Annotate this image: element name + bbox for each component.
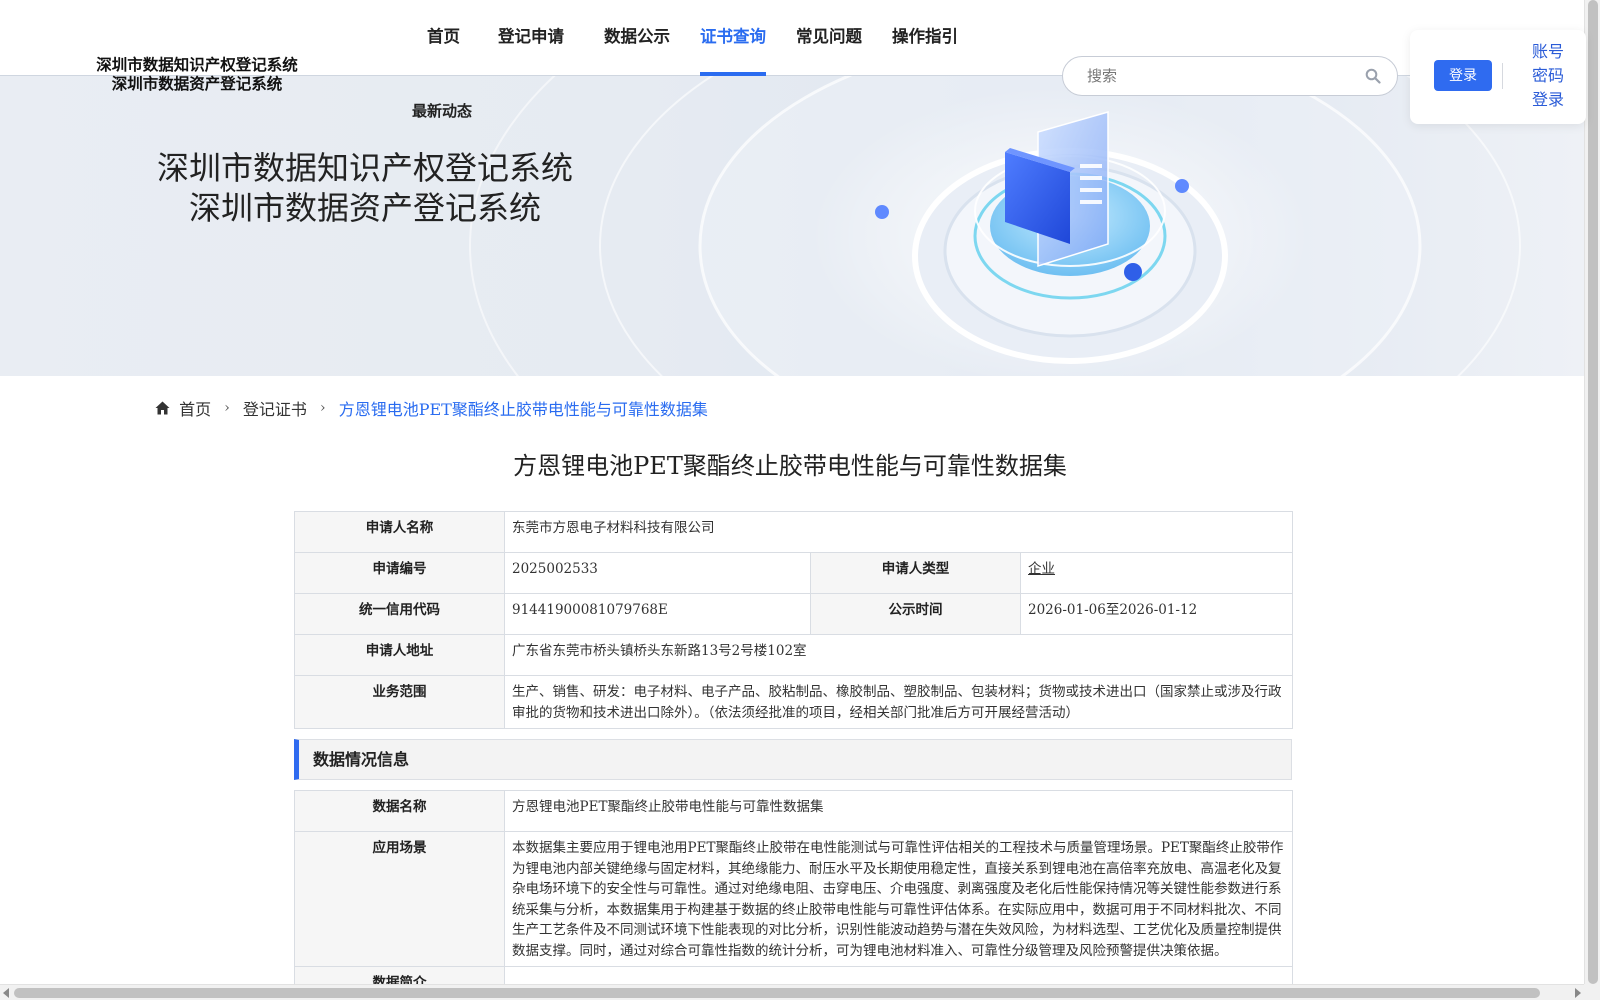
business-scope-label: 业务范围 — [294, 675, 505, 729]
table-row: 业务范围 生产、销售、研发：电子材料、电子产品、胶粘制品、橡胶制品、塑胶制品、包… — [294, 675, 1293, 729]
nav-data-publicity[interactable]: 数据公示 — [604, 0, 670, 76]
applicant-address-label: 申请人地址 — [294, 634, 505, 676]
nav-faq[interactable]: 常见问题 — [796, 0, 862, 76]
scroll-right-arrow-icon[interactable] — [1575, 988, 1581, 998]
application-no-value: 2025002533 — [504, 552, 811, 594]
horizontal-scrollbar[interactable] — [0, 984, 1584, 1000]
breadcrumb-home[interactable]: 首页 — [179, 400, 211, 419]
horizontal-scrollbar-thumb[interactable] — [14, 988, 1540, 998]
table-row: 申请人名称 东莞市方恩电子材料科技有限公司 — [294, 511, 1293, 553]
breadcrumb: 首页 › 登记证书 › 方恩锂电池PET聚酯终止胶带电性能与可靠性数据集 — [155, 396, 708, 420]
nav-home[interactable]: 首页 — [427, 0, 460, 76]
breadcrumb-current: 方恩锂电池PET聚酯终止胶带电性能与可靠性数据集 — [338, 400, 708, 419]
scrollbar-corner — [1584, 984, 1600, 1000]
data-name-label: 数据名称 — [294, 790, 505, 832]
login-divider — [1502, 63, 1503, 89]
home-icon — [155, 401, 170, 415]
credit-code-label: 统一信用代码 — [294, 593, 505, 635]
table-row: 申请人地址 广东省东莞市桥头镇桥头东新路13号2号楼102室 — [294, 634, 1293, 676]
applicant-address-value: 广东省东莞市桥头镇桥头东新路13号2号楼102室 — [504, 634, 1293, 676]
data-info-table: 数据名称 方恩锂电池PET聚酯终止胶带电性能与可靠性数据集 应用场景 本数据集主… — [294, 790, 1293, 1000]
page-title: 方恩锂电池PET聚酯终止胶带电性能与可靠性数据集 — [513, 452, 1067, 480]
account-link-text-2: 密码 — [1531, 66, 1564, 85]
login-button[interactable]: 登录 — [1434, 60, 1492, 91]
site-logo-text[interactable]: 深圳市数据知识产权登记系统 深圳市数据资产登记系统 — [92, 55, 302, 93]
search-box — [1062, 56, 1398, 96]
account-password-login-link[interactable]: 账号 密码 登录 — [1528, 40, 1568, 112]
banner-title-line-1: 深圳市数据知识产权登记系统 — [156, 149, 573, 187]
application-scenario-value: 本数据集主要应用于锂电池用PET聚酯终止胶带在电性能测试与可靠性评估相关的工程技… — [504, 831, 1293, 967]
publicity-period-value: 2026-01-06至2026-01-12 — [1020, 593, 1293, 635]
table-row: 数据名称 方恩锂电池PET聚酯终止胶带电性能与可靠性数据集 — [294, 790, 1293, 832]
login-panel: 登录 账号 密码 登录 — [1410, 30, 1586, 124]
search-input[interactable] — [1087, 65, 1347, 87]
logo-line-1: 深圳市数据知识产权登记系统 — [96, 55, 298, 74]
application-scenario-label: 应用场景 — [294, 831, 505, 967]
applicant-info-table: 申请人名称 东莞市方恩电子材料科技有限公司 申请编号 2025002533 申请… — [294, 511, 1293, 729]
hero-banner: 深圳市数据知识产权登记系统 深圳市数据资产登记系统 — [0, 76, 1584, 376]
chevron-right-icon: › — [320, 400, 326, 416]
applicant-type-value: 企业 — [1020, 552, 1293, 594]
vertical-scrollbar-thumb[interactable] — [1588, 0, 1598, 984]
applicant-name-label: 申请人名称 — [294, 511, 505, 553]
nav-registration[interactable]: 登记申请 — [498, 0, 564, 76]
applicant-type-label: 申请人类型 — [810, 552, 1021, 594]
nav-guide[interactable]: 操作指引 — [892, 0, 958, 76]
section-heading-data-info: 数据情况信息 — [294, 739, 1292, 780]
banner-title: 深圳市数据知识产权登记系统 深圳市数据资产登记系统 — [150, 148, 580, 228]
data-name-value: 方恩锂电池PET聚酯终止胶带电性能与可靠性数据集 — [504, 790, 1293, 832]
applicant-name-value: 东莞市方恩电子材料科技有限公司 — [504, 511, 1293, 553]
banner-title-line-2: 深圳市数据资产登记系统 — [188, 189, 541, 227]
table-row: 统一信用代码 91441900081079768E 公示时间 2026-01-0… — [294, 593, 1293, 635]
applicant-type-text: 企业 — [1028, 561, 1055, 577]
search-icon[interactable] — [1365, 68, 1381, 84]
account-link-text-1: 账号 — [1531, 42, 1564, 61]
account-link-text-3: 登录 — [1531, 90, 1564, 109]
credit-code-value: 91441900081079768E — [504, 593, 811, 635]
logo-line-2: 深圳市数据资产登记系统 — [111, 74, 283, 93]
nav-certificate-query[interactable]: 证书查询 — [700, 0, 766, 76]
vertical-scrollbar[interactable] — [1584, 0, 1600, 984]
business-scope-value: 生产、销售、研发：电子材料、电子产品、胶粘制品、橡胶制品、塑胶制品、包装材料；货… — [504, 675, 1293, 729]
publicity-period-label: 公示时间 — [810, 593, 1021, 635]
chevron-right-icon: › — [224, 400, 230, 416]
scroll-left-arrow-icon[interactable] — [3, 988, 9, 998]
table-row: 申请编号 2025002533 申请人类型 企业 — [294, 552, 1293, 594]
application-no-label: 申请编号 — [294, 552, 505, 594]
nav-latest-news[interactable]: 最新动态 — [412, 100, 472, 121]
table-row: 应用场景 本数据集主要应用于锂电池用PET聚酯终止胶带在电性能测试与可靠性评估相… — [294, 831, 1293, 967]
breadcrumb-certificates[interactable]: 登记证书 — [243, 400, 307, 419]
